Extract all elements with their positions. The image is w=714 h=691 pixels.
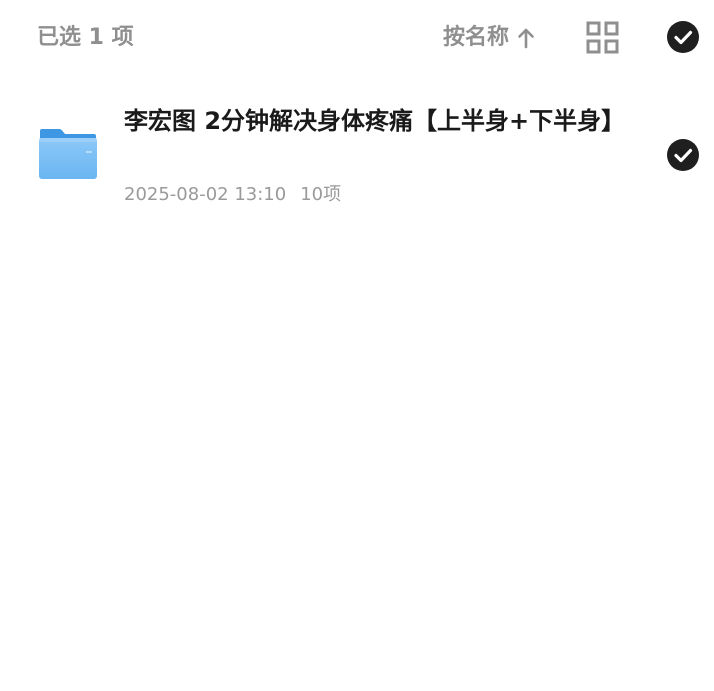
grid-view-button[interactable] [586, 21, 619, 54]
grid-view-icon [586, 21, 619, 54]
check-circle-icon [667, 21, 699, 53]
file-row[interactable]: 李宏图 2分钟解决身体疼痛【上半身+下半身】 2025-08-02 13:10 1… [0, 92, 714, 222]
sort-label: 按名称 [443, 25, 510, 50]
folder-icon [39, 129, 97, 179]
toolbar: 已选 1 项 按名称 [0, 0, 714, 76]
file-item-count: 10项 [300, 184, 342, 205]
file-name: 李宏图 2分钟解决身体疼痛【上半身+下半身】 [124, 107, 626, 135]
sort-by-name-button[interactable]: 按名称 [443, 22, 535, 54]
selected-count: 已选 1 项 [37, 25, 134, 50]
check-circle-icon [667, 139, 699, 171]
file-date: 2025-08-02 13:10 [124, 184, 287, 205]
file-meta: 2025-08-02 13:10 10项 [124, 182, 341, 208]
arrow-up-icon [518, 28, 534, 49]
select-all-checkbox[interactable] [667, 21, 699, 53]
row-selected-checkbox[interactable] [667, 139, 699, 171]
